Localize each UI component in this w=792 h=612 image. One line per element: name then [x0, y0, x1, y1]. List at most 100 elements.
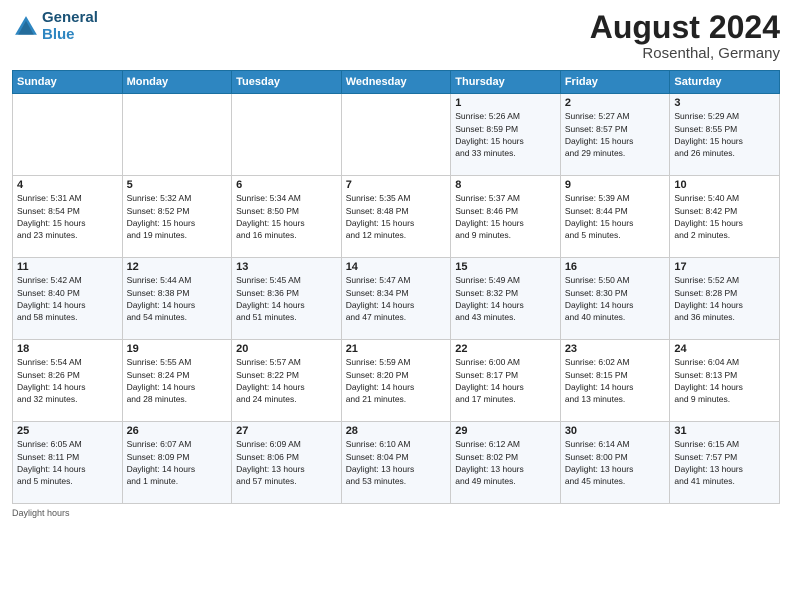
day-number: 30: [565, 425, 666, 437]
day-number: 18: [17, 343, 118, 355]
calendar-cell: 1Sunrise: 5:26 AM Sunset: 8:59 PM Daylig…: [451, 94, 561, 176]
day-info: Sunrise: 5:44 AM Sunset: 8:38 PM Dayligh…: [127, 274, 228, 323]
day-info: Sunrise: 5:39 AM Sunset: 8:44 PM Dayligh…: [565, 192, 666, 241]
calendar-cell: 18Sunrise: 5:54 AM Sunset: 8:26 PM Dayli…: [13, 340, 123, 422]
calendar-cell: 21Sunrise: 5:59 AM Sunset: 8:20 PM Dayli…: [341, 340, 451, 422]
day-info: Sunrise: 5:54 AM Sunset: 8:26 PM Dayligh…: [17, 356, 118, 405]
day-info: Sunrise: 5:34 AM Sunset: 8:50 PM Dayligh…: [236, 192, 337, 241]
calendar-week-row: 11Sunrise: 5:42 AM Sunset: 8:40 PM Dayli…: [13, 258, 780, 340]
title-block: August 2024 Rosenthal, Germany: [590, 10, 780, 62]
weekday-header-thursday: Thursday: [451, 71, 561, 94]
calendar-cell: 22Sunrise: 6:00 AM Sunset: 8:17 PM Dayli…: [451, 340, 561, 422]
day-number: 5: [127, 179, 228, 191]
calendar-week-row: 4Sunrise: 5:31 AM Sunset: 8:54 PM Daylig…: [13, 176, 780, 258]
calendar-cell: 7Sunrise: 5:35 AM Sunset: 8:48 PM Daylig…: [341, 176, 451, 258]
day-info: Sunrise: 5:32 AM Sunset: 8:52 PM Dayligh…: [127, 192, 228, 241]
day-number: 4: [17, 179, 118, 191]
day-number: 28: [346, 425, 447, 437]
day-info: Sunrise: 5:31 AM Sunset: 8:54 PM Dayligh…: [17, 192, 118, 241]
day-info: Sunrise: 6:04 AM Sunset: 8:13 PM Dayligh…: [674, 356, 775, 405]
calendar-week-row: 25Sunrise: 6:05 AM Sunset: 8:11 PM Dayli…: [13, 422, 780, 504]
calendar-table: SundayMondayTuesdayWednesdayThursdayFrid…: [12, 70, 780, 504]
location-label: Rosenthal, Germany: [590, 45, 780, 62]
day-number: 24: [674, 343, 775, 355]
weekday-header-monday: Monday: [122, 71, 232, 94]
day-number: 14: [346, 261, 447, 273]
footer: Daylight hours: [12, 508, 780, 518]
day-info: Sunrise: 5:26 AM Sunset: 8:59 PM Dayligh…: [455, 110, 556, 159]
calendar-cell: 14Sunrise: 5:47 AM Sunset: 8:34 PM Dayli…: [341, 258, 451, 340]
day-info: Sunrise: 6:05 AM Sunset: 8:11 PM Dayligh…: [17, 438, 118, 487]
day-info: Sunrise: 5:40 AM Sunset: 8:42 PM Dayligh…: [674, 192, 775, 241]
weekday-header-tuesday: Tuesday: [232, 71, 342, 94]
logo: General Blue: [12, 10, 98, 43]
day-number: 20: [236, 343, 337, 355]
calendar-cell: 11Sunrise: 5:42 AM Sunset: 8:40 PM Dayli…: [13, 258, 123, 340]
day-info: Sunrise: 5:49 AM Sunset: 8:32 PM Dayligh…: [455, 274, 556, 323]
weekday-header-friday: Friday: [560, 71, 670, 94]
calendar-cell: 15Sunrise: 5:49 AM Sunset: 8:32 PM Dayli…: [451, 258, 561, 340]
day-info: Sunrise: 6:09 AM Sunset: 8:06 PM Dayligh…: [236, 438, 337, 487]
page-header: General Blue August 2024 Rosenthal, Germ…: [12, 10, 780, 62]
calendar-cell: 29Sunrise: 6:12 AM Sunset: 8:02 PM Dayli…: [451, 422, 561, 504]
day-info: Sunrise: 5:52 AM Sunset: 8:28 PM Dayligh…: [674, 274, 775, 323]
day-number: 6: [236, 179, 337, 191]
calendar-cell: 27Sunrise: 6:09 AM Sunset: 8:06 PM Dayli…: [232, 422, 342, 504]
day-info: Sunrise: 5:45 AM Sunset: 8:36 PM Dayligh…: [236, 274, 337, 323]
day-number: 21: [346, 343, 447, 355]
day-info: Sunrise: 6:10 AM Sunset: 8:04 PM Dayligh…: [346, 438, 447, 487]
logo-text-line2: Blue: [42, 27, 98, 44]
day-info: Sunrise: 5:29 AM Sunset: 8:55 PM Dayligh…: [674, 110, 775, 159]
day-number: 9: [565, 179, 666, 191]
day-info: Sunrise: 5:50 AM Sunset: 8:30 PM Dayligh…: [565, 274, 666, 323]
calendar-cell: 6Sunrise: 5:34 AM Sunset: 8:50 PM Daylig…: [232, 176, 342, 258]
day-number: 29: [455, 425, 556, 437]
calendar-cell: 30Sunrise: 6:14 AM Sunset: 8:00 PM Dayli…: [560, 422, 670, 504]
day-number: 8: [455, 179, 556, 191]
daylight-label: Daylight hours: [12, 508, 70, 518]
day-number: 22: [455, 343, 556, 355]
calendar-cell: [341, 94, 451, 176]
day-number: 15: [455, 261, 556, 273]
calendar-cell: [122, 94, 232, 176]
day-number: 10: [674, 179, 775, 191]
calendar-cell: 5Sunrise: 5:32 AM Sunset: 8:52 PM Daylig…: [122, 176, 232, 258]
month-title: August 2024: [590, 10, 780, 45]
day-info: Sunrise: 6:14 AM Sunset: 8:00 PM Dayligh…: [565, 438, 666, 487]
day-number: 17: [674, 261, 775, 273]
day-number: 12: [127, 261, 228, 273]
calendar-week-row: 18Sunrise: 5:54 AM Sunset: 8:26 PM Dayli…: [13, 340, 780, 422]
day-number: 19: [127, 343, 228, 355]
calendar-cell: 4Sunrise: 5:31 AM Sunset: 8:54 PM Daylig…: [13, 176, 123, 258]
calendar-cell: 25Sunrise: 6:05 AM Sunset: 8:11 PM Dayli…: [13, 422, 123, 504]
calendar-cell: [13, 94, 123, 176]
day-info: Sunrise: 5:55 AM Sunset: 8:24 PM Dayligh…: [127, 356, 228, 405]
day-info: Sunrise: 6:12 AM Sunset: 8:02 PM Dayligh…: [455, 438, 556, 487]
day-number: 2: [565, 97, 666, 109]
day-number: 13: [236, 261, 337, 273]
day-info: Sunrise: 5:47 AM Sunset: 8:34 PM Dayligh…: [346, 274, 447, 323]
weekday-header-saturday: Saturday: [670, 71, 780, 94]
calendar-cell: 13Sunrise: 5:45 AM Sunset: 8:36 PM Dayli…: [232, 258, 342, 340]
calendar-cell: 9Sunrise: 5:39 AM Sunset: 8:44 PM Daylig…: [560, 176, 670, 258]
day-info: Sunrise: 5:42 AM Sunset: 8:40 PM Dayligh…: [17, 274, 118, 323]
day-info: Sunrise: 5:27 AM Sunset: 8:57 PM Dayligh…: [565, 110, 666, 159]
day-info: Sunrise: 5:59 AM Sunset: 8:20 PM Dayligh…: [346, 356, 447, 405]
calendar-cell: 26Sunrise: 6:07 AM Sunset: 8:09 PM Dayli…: [122, 422, 232, 504]
calendar-cell: 23Sunrise: 6:02 AM Sunset: 8:15 PM Dayli…: [560, 340, 670, 422]
calendar-cell: 20Sunrise: 5:57 AM Sunset: 8:22 PM Dayli…: [232, 340, 342, 422]
logo-icon: [12, 13, 40, 41]
day-number: 3: [674, 97, 775, 109]
day-number: 1: [455, 97, 556, 109]
day-number: 31: [674, 425, 775, 437]
weekday-header-wednesday: Wednesday: [341, 71, 451, 94]
page-container: General Blue August 2024 Rosenthal, Germ…: [0, 0, 792, 526]
day-info: Sunrise: 5:57 AM Sunset: 8:22 PM Dayligh…: [236, 356, 337, 405]
day-number: 23: [565, 343, 666, 355]
weekday-header-sunday: Sunday: [13, 71, 123, 94]
day-info: Sunrise: 6:15 AM Sunset: 7:57 PM Dayligh…: [674, 438, 775, 487]
day-info: Sunrise: 6:07 AM Sunset: 8:09 PM Dayligh…: [127, 438, 228, 487]
calendar-cell: 8Sunrise: 5:37 AM Sunset: 8:46 PM Daylig…: [451, 176, 561, 258]
calendar-cell: 10Sunrise: 5:40 AM Sunset: 8:42 PM Dayli…: [670, 176, 780, 258]
calendar-cell: 28Sunrise: 6:10 AM Sunset: 8:04 PM Dayli…: [341, 422, 451, 504]
